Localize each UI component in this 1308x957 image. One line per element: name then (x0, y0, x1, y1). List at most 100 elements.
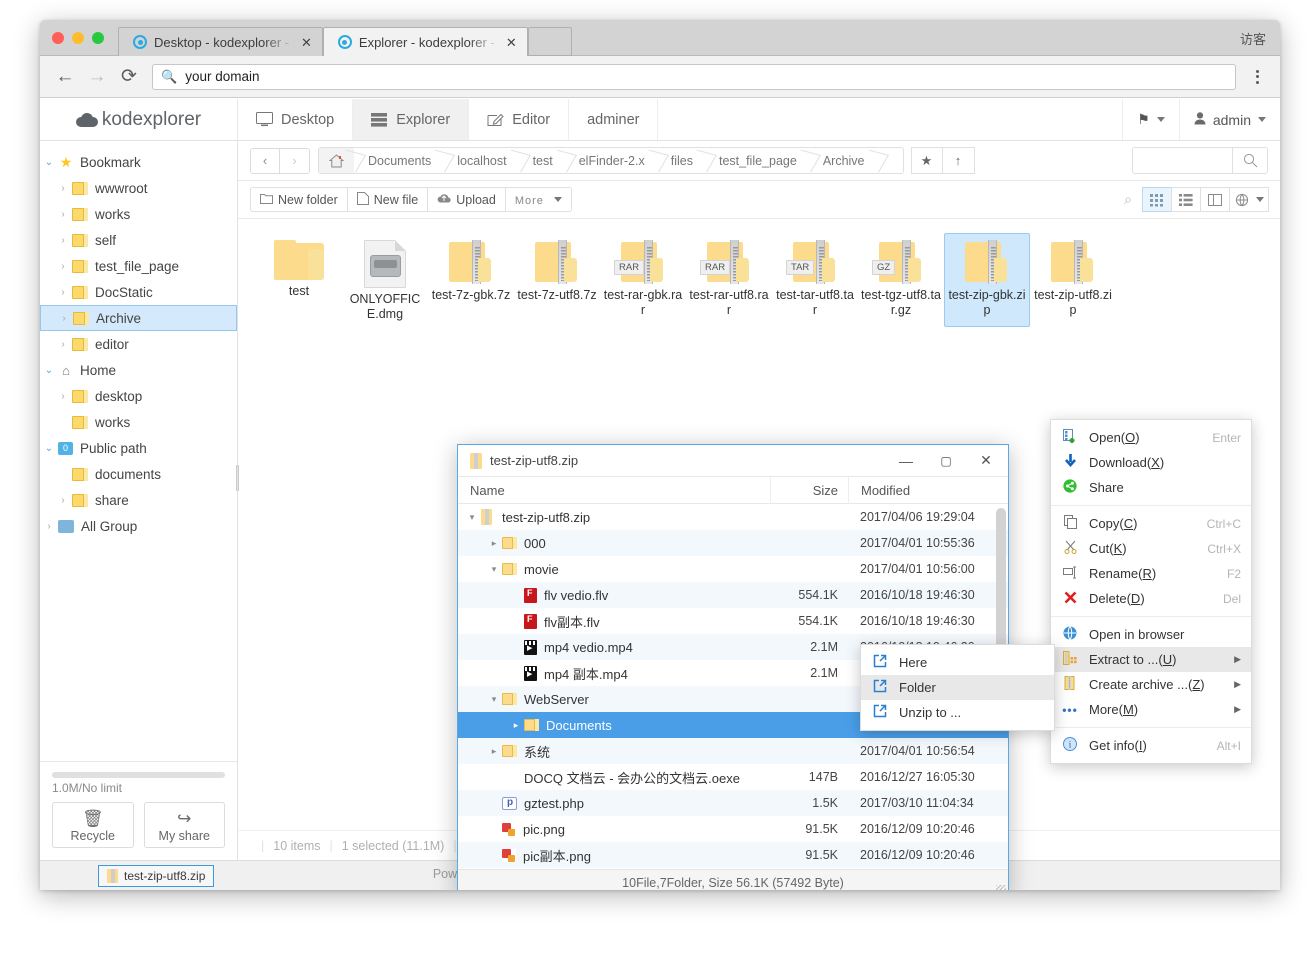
submenu-item-folder[interactable]: Folder (861, 675, 1054, 700)
sidebar-group-home[interactable]: ⌄ ⌂ Home (40, 357, 237, 383)
chevron-right-icon[interactable]: › (54, 183, 72, 194)
zoom-icon[interactable]: ⌕ (1124, 191, 1132, 208)
browser-tab-0[interactable]: Desktop - kodexplorer - Power ✕ (118, 27, 323, 56)
breadcrumb-item-test-file-page[interactable]: test_file_page (705, 148, 809, 173)
menu-item-rename-r[interactable]: Rename(R) F2 (1051, 561, 1251, 586)
table-row[interactable]: ▸ 系统 2017/04/01 10:56:54 (458, 738, 1008, 764)
breadcrumb-item-elfinder-2-x[interactable]: elFinder-2.x (565, 148, 657, 173)
table-row[interactable]: flv副本.flv 554.1K 2016/10/18 19:46:30 (458, 608, 1008, 634)
sidebar-group-bookmark[interactable]: ⌄ ★ Bookmark (40, 149, 237, 175)
breadcrumb-item-documents[interactable]: Documents (354, 148, 443, 173)
chevron-right-icon[interactable]: ▸ (486, 746, 502, 757)
sidebar-item-desktop[interactable]: › desktop (40, 383, 237, 409)
menu-item-open-in-browser[interactable]: Open in browser (1051, 622, 1251, 647)
table-row[interactable]: ▸ 000 2017/04/01 10:55:36 (458, 530, 1008, 556)
tab-close-icon[interactable]: ✕ (506, 36, 517, 49)
file-item-test-rar-utf8-rar[interactable]: RAR test-rar-utf8.rar (686, 233, 772, 327)
search-input[interactable] (1132, 147, 1232, 174)
new-folder-button[interactable]: New folder (250, 187, 348, 212)
chevron-right-icon[interactable]: › (54, 339, 72, 350)
back-button[interactable]: ← (50, 62, 80, 92)
chevron-right-icon[interactable]: › (54, 261, 72, 272)
chevron-right-icon[interactable]: › (54, 391, 72, 402)
tab-close-icon[interactable]: ✕ (301, 36, 312, 49)
file-item-test-7z-utf8-7z[interactable]: test-7z-utf8.7z (514, 233, 600, 327)
maximize-window-button[interactable] (92, 32, 104, 44)
more-button[interactable]: More (504, 187, 572, 212)
file-item-test[interactable]: test (256, 233, 342, 327)
chevron-right-icon[interactable]: › (54, 287, 72, 298)
menu-item-create-archive-z[interactable]: Create archive ...(Z) ▶ (1051, 672, 1251, 697)
chevron-right-icon[interactable]: › (55, 313, 73, 324)
menu-item-extract-to-u[interactable]: Extract to ...(U) ▶ (1051, 647, 1251, 672)
path-back-button[interactable]: ‹ (250, 147, 280, 174)
table-row[interactable]: pic副本.png 91.5K 2016/12/09 10:20:46 (458, 842, 1008, 868)
sidebar-item-works[interactable]: works (40, 409, 237, 435)
breadcrumb-item-test[interactable]: test (519, 148, 565, 173)
breadcrumb-item-localhost[interactable]: localhost (443, 148, 518, 173)
new-tab-button[interactable] (527, 27, 572, 56)
menu-item-cut-k[interactable]: Cut(K) Ctrl+X (1051, 536, 1251, 561)
chevron-down-icon[interactable]: ⌄ (40, 365, 58, 376)
file-item-test-zip-gbk-zip[interactable]: test-zip-gbk.zip (944, 233, 1030, 327)
theme-view-button[interactable] (1229, 187, 1269, 212)
close-window-button[interactable] (52, 32, 64, 44)
submenu-item-here[interactable]: Here (861, 650, 1054, 675)
chevron-right-icon[interactable]: › (54, 495, 72, 506)
list-view-button[interactable] (1171, 187, 1201, 212)
address-bar[interactable]: 🔍 your domain (152, 63, 1236, 90)
chevron-down-icon[interactable]: ⌄ (40, 157, 58, 168)
breadcrumb-item-archive[interactable]: Archive (809, 148, 877, 173)
sidebar-group-public-path[interactable]: ⌄ 0 Public path (40, 435, 237, 461)
sidebar-group-all-group[interactable]: › All Group (40, 513, 237, 539)
table-row[interactable]: pic.png 91.5K 2016/12/09 10:20:46 (458, 816, 1008, 842)
file-item-test-tar-utf8-tar[interactable]: TAR test-tar-utf8.tar (772, 233, 858, 327)
file-item-test-7z-gbk-7z[interactable]: test-7z-gbk.7z (428, 233, 514, 327)
table-row[interactable]: ▾ movie 2017/04/01 10:56:00 (458, 556, 1008, 582)
chevron-right-icon[interactable]: › (40, 521, 58, 532)
split-view-button[interactable] (1200, 187, 1230, 212)
nav-tab-desktop[interactable]: Desktop (238, 99, 354, 140)
nav-tab-editor[interactable]: Editor (469, 99, 570, 140)
path-forward-button[interactable]: › (280, 147, 310, 174)
chevron-down-icon[interactable]: ▾ (486, 564, 502, 575)
grid-view-button[interactable] (1142, 187, 1172, 212)
menu-item-share[interactable]: Share (1051, 475, 1251, 500)
menu-item-get-info-i[interactable]: i Get info(I) Alt+I (1051, 733, 1251, 758)
table-row[interactable]: flv vedio.flv 554.1K 2016/10/18 19:46:30 (458, 582, 1008, 608)
chevron-right-icon[interactable]: › (54, 235, 72, 246)
chevron-down-icon[interactable]: ⌄ (40, 443, 58, 454)
sidebar-item-editor[interactable]: › editor (40, 331, 237, 357)
submenu-item-unzip-to[interactable]: Unzip to ... (861, 700, 1054, 725)
chevron-right-icon[interactable]: ▸ (486, 538, 502, 549)
chevron-right-icon[interactable]: ▸ (508, 720, 524, 731)
dialog-close-button[interactable]: ✕ (966, 445, 1006, 476)
column-header-size[interactable]: Size (770, 476, 848, 504)
sidebar-item-documents[interactable]: documents (40, 461, 237, 487)
go-up-button[interactable]: ↑ (942, 147, 975, 174)
chevron-down-icon[interactable]: ▾ (464, 512, 480, 523)
dialog-minimize-button[interactable]: — (886, 445, 926, 476)
dialog-resize-handle[interactable] (996, 885, 1006, 890)
recycle-button[interactable]: 🗑 Recycle (52, 802, 134, 848)
minimize-window-button[interactable] (72, 32, 84, 44)
nav-tab-explorer[interactable]: Explorer (353, 99, 470, 140)
forward-button[interactable]: → (82, 62, 112, 92)
chevron-down-icon[interactable]: ▾ (486, 694, 502, 705)
sidebar-item-share[interactable]: › share (40, 487, 237, 513)
file-item-onlyoffice-dmg[interactable]: ONLYOFFICE.dmg (342, 233, 428, 327)
sidebar-item-test_file_page[interactable]: › test_file_page (40, 253, 237, 279)
column-header-modified[interactable]: Modified (848, 476, 1008, 504)
sidebar-item-docstatic[interactable]: › DocStatic (40, 279, 237, 305)
user-menu[interactable]: admin (1178, 99, 1280, 140)
file-item-test-tgz-utf8-tar-gz[interactable]: GZ test-tgz-utf8.tar.gz (858, 233, 944, 327)
dialog-maximize-button[interactable]: ▢ (926, 445, 966, 476)
table-row[interactable]: ▾ test-zip-utf8.zip 2017/04/06 19:29:04 (458, 504, 1008, 530)
dialog-titlebar[interactable]: test-zip-utf8.zip — ▢ ✕ (458, 445, 1008, 477)
dialog-scrollbar[interactable] (996, 508, 1006, 658)
chevron-right-icon[interactable]: › (54, 209, 72, 220)
sidebar-item-works[interactable]: › works (40, 201, 237, 227)
nav-tab-adminer[interactable]: adminer (569, 99, 659, 140)
browser-menu-button[interactable] (1244, 69, 1270, 84)
column-header-name[interactable]: Name (458, 483, 770, 498)
